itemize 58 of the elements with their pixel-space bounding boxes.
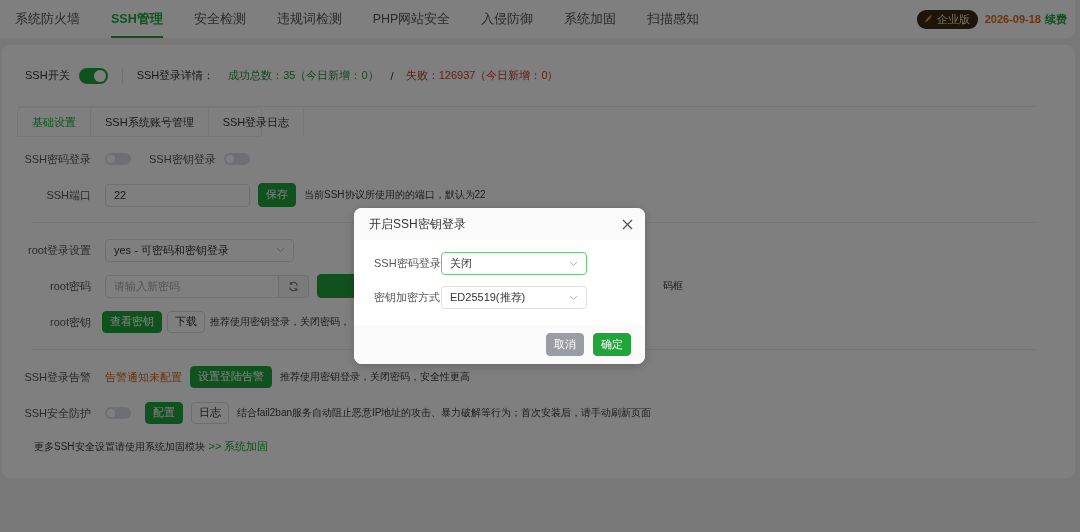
sub-tab[interactable]: SSH登录日志: [208, 108, 305, 136]
dialog-field-label: 密钥加密方式: [374, 290, 441, 305]
expiry-date: 2026-09-18: [984, 13, 1041, 25]
sub-tab[interactable]: SSH系统账号管理: [91, 108, 209, 136]
login-alert-label: SSH登录告警: [23, 369, 91, 385]
root-key-label: root密钥: [49, 314, 91, 330]
protection-label: SSH安全防护: [23, 405, 91, 421]
dialog-field-label: SSH密码登录: [374, 256, 441, 271]
chevron-down-icon: [276, 247, 285, 253]
nav-tab[interactable]: 系统防火墙: [15, 0, 80, 38]
sub-tab[interactable]: 基础设置: [18, 108, 91, 136]
view-key-button[interactable]: 查看密钥: [102, 311, 162, 333]
port-field[interactable]: 22: [105, 183, 250, 207]
set-alert-button[interactable]: 设置登陆告警: [190, 366, 272, 388]
root-password-hint: 码框: [663, 279, 683, 293]
root-key-hint: 推荐使用密钥登录，关闭密码，: [210, 315, 350, 329]
edition-badge: 企业版: [916, 9, 978, 29]
password-login-label: SSH密码登录: [23, 151, 91, 167]
port-label: SSH端口: [45, 187, 91, 203]
root-password-label: root密码: [49, 278, 91, 294]
renew-link[interactable]: 续费: [1045, 11, 1067, 27]
feather-icon: [922, 14, 933, 24]
port-hint: 当前SSH协议所使用的的端口，默认为22: [304, 188, 486, 202]
root-login-select[interactable]: yes - 可密码和密钥登录: [105, 238, 294, 262]
nav-tab[interactable]: 安全检测: [193, 0, 246, 38]
nav-tab[interactable]: SSH管理: [111, 0, 163, 38]
success-count: 成功总数：35（今日新增：0）: [228, 68, 379, 83]
dialog-select[interactable]: 关闭: [441, 252, 587, 275]
login-details-label: SSH登录详情：: [136, 68, 215, 83]
nav-tab[interactable]: 扫描感知: [647, 0, 700, 38]
failure-count: 失败：126937（今日新增：0）: [405, 68, 559, 83]
hardening-link[interactable]: >> 系统加固: [208, 440, 269, 452]
protection-hint: 结合fail2ban服务自动阻止恶意IP地址的攻击、暴力破解等行为；首次安装后，请手动刷新页面: [237, 406, 652, 420]
key-login-label: SSH密钥登录: [149, 151, 216, 167]
refresh-icon: [288, 280, 299, 292]
refresh-button[interactable]: [279, 274, 309, 298]
chevron-down-icon: [569, 260, 578, 267]
nav-tab[interactable]: 入侵防御: [481, 0, 534, 38]
nav-tab[interactable]: PHP网站安全: [372, 0, 451, 38]
dialog-select[interactable]: ED25519(推荐): [441, 286, 587, 309]
save-button[interactable]: 保存: [258, 183, 296, 207]
separator: /: [390, 69, 394, 82]
close-icon[interactable]: [622, 218, 633, 230]
nav-tab[interactable]: 系统加固: [564, 0, 617, 38]
root-login-label: root登录设置: [27, 242, 91, 258]
dialog-title: 开启SSH密钥登录: [369, 215, 466, 233]
alert-status: 告警通知未配置: [105, 369, 182, 385]
footer-note: 更多SSH安全设置请使用系统加固模块: [34, 441, 205, 452]
ssh-switch[interactable]: [78, 67, 108, 84]
download-button[interactable]: 下载: [167, 311, 205, 333]
chevron-down-icon: [569, 294, 578, 301]
alert-hint: 推荐使用密钥登录，关闭密码，安全性更高: [280, 370, 470, 384]
nav-tab[interactable]: 违规词检测: [276, 0, 342, 38]
ssh-switch-label: SSH开关: [25, 68, 70, 83]
confirm-button[interactable]: 确定: [593, 333, 631, 356]
cancel-button[interactable]: 取消: [546, 333, 584, 356]
config-button[interactable]: 配置: [145, 402, 183, 424]
log-button[interactable]: 日志: [191, 402, 229, 424]
